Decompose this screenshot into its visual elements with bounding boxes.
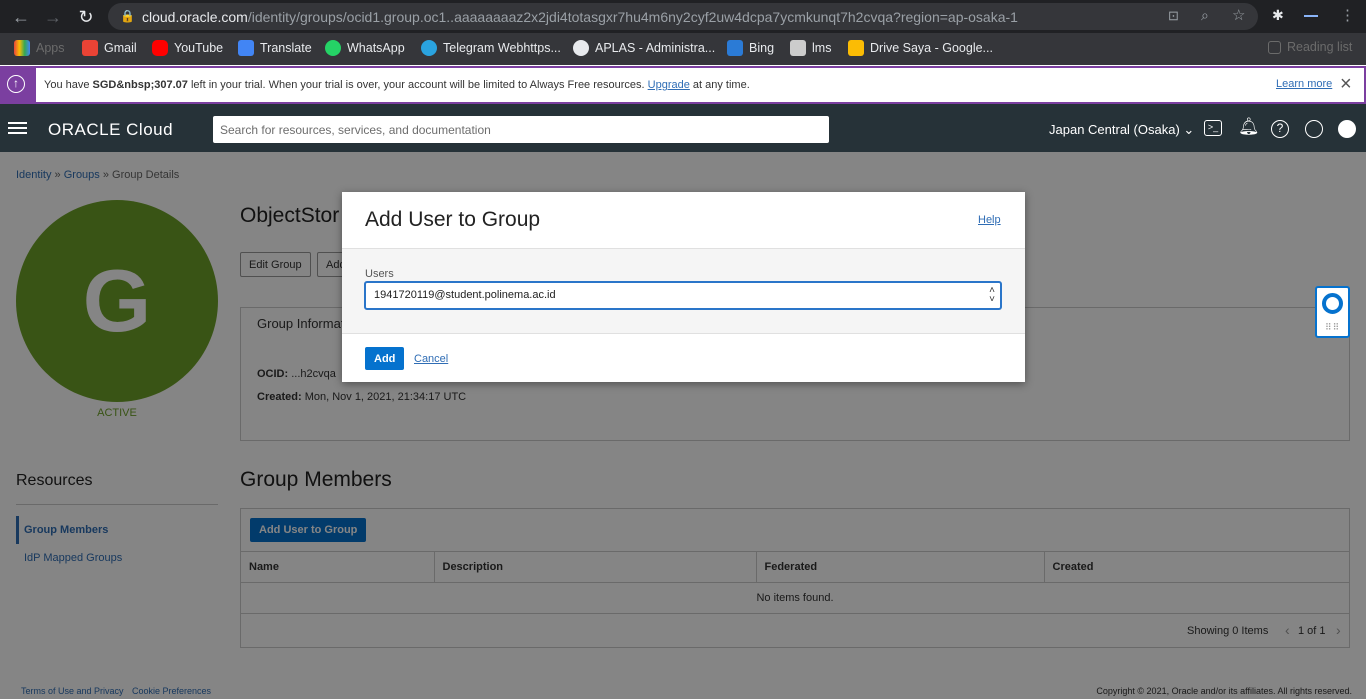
bing-icon [727,40,743,56]
language-globe-icon[interactable] [1305,120,1323,138]
users-select-value: 1941720119@student.polinema.ac.id [374,289,556,301]
reading-list-icon [1268,40,1281,54]
dialog-help-link[interactable]: Help [978,214,1001,226]
help-icon[interactable]: ? [1271,120,1289,138]
brand-suffix: Cloud [126,120,174,139]
close-icon[interactable]: × [1340,72,1352,96]
lifebuoy-icon [1322,293,1343,314]
url-host: cloud.oracle.com [142,9,248,25]
gmail-icon [82,40,98,56]
users-field-label: Users [365,268,394,280]
bookmark-whatsapp[interactable]: WhatsApp [325,40,405,56]
url-path: /identity/groups/ocid1.group.oc1..aaaaaa… [247,9,1018,25]
bookmark-label: Bing [749,41,775,55]
cloud-shell-icon[interactable]: >_ [1204,120,1222,136]
users-select[interactable]: 1941720119@student.polinema.ac.id ˄ ˅ [364,281,1002,310]
bookmark-telegram[interactable]: Telegram Webhttps... [421,40,561,56]
drag-handle-icon[interactable]: ⠿⠿ [1325,322,1340,333]
bookmark-translate[interactable]: Translate [238,40,312,56]
trial-banner: ↑ You have SGD&nbsp;307.07 left in your … [0,66,1366,104]
menu-kebab-icon[interactable]: ⋮ [1340,6,1355,24]
lock-icon: 🔒 [120,9,135,23]
bookmark-label: Apps [36,41,65,55]
trial-amount: SGD&nbsp;307.07 [92,79,188,91]
reload-icon[interactable]: ↻ [75,6,97,28]
cancel-link[interactable]: Cancel [414,353,448,365]
back-icon[interactable]: ← [10,6,32,28]
learn-more-link[interactable]: Learn more [1276,78,1332,90]
dialog-body: Users 1941720119@student.polinema.ac.id … [342,248,1025,334]
address-bar[interactable]: 🔒 cloud.oracle.com/identity/groups/ocid1… [108,3,1258,30]
bookmark-aplas[interactable]: APLAS - Administra... [573,40,715,56]
zoom-icon[interactable]: ⌕ [1201,7,1209,24]
chevron-down-icon: ⌄ [1183,122,1195,137]
bookmark-label: APLAS - Administra... [595,41,716,55]
bookmark-label: WhatsApp [347,41,405,55]
profile-avatar-icon[interactable] [1338,120,1356,138]
trial-text: You have [44,79,93,91]
region-label: Japan Central (Osaka) [1049,122,1180,137]
profile-icon[interactable] [1304,15,1318,17]
browser-toolbar: ← → ↻ 🔒 cloud.oracle.com/identity/groups… [0,0,1366,33]
help-widget[interactable]: ⠿⠿ [1315,286,1350,338]
lms-icon [790,40,806,56]
upgrade-link[interactable]: Upgrade [648,79,690,91]
select-arrows-icon: ˄ ˅ [989,285,995,305]
apps-grid-icon [14,40,30,56]
bookmark-bing[interactable]: Bing [727,40,774,56]
bookmark-label: Telegram Webhttps... [443,41,561,55]
add-button[interactable]: Add [365,347,405,370]
search-placeholder: Search for resources, services, and docu… [220,123,491,137]
bookmark-label: Drive Saya - Google... [870,41,993,55]
telegram-icon [421,40,437,56]
dialog-title: Add User to Group [365,208,541,231]
translate-icon [238,40,254,56]
trial-text: left in your trial. When your trial is o… [187,79,648,91]
bookmark-label: Translate [260,41,312,55]
trial-text: at any time. [689,79,750,91]
drive-icon [848,40,864,56]
whatsapp-icon [325,40,341,56]
extensions-icon[interactable]: ✱ [1272,7,1284,24]
trial-message: You have SGD&nbsp;307.07 left in your tr… [44,79,750,91]
bookmark-drive[interactable]: Drive Saya - Google... [848,40,993,56]
bookmark-label: Gmail [104,41,137,55]
console-header: ORACLE Cloud Search for resources, servi… [0,104,1366,152]
bookmark-lms[interactable]: lms [790,40,831,56]
star-icon[interactable]: ☆ [1232,6,1245,24]
oracle-logo[interactable]: ORACLE Cloud [48,120,173,140]
arrow-up-circle-icon: ↑ [7,75,25,93]
search-input[interactable]: Search for resources, services, and docu… [213,116,829,143]
bookmark-apps[interactable]: Apps [14,40,65,56]
bookmark-label: lms [812,41,832,55]
bookmark-youtube[interactable]: YouTube [152,40,223,56]
forward-icon[interactable]: → [42,6,64,28]
add-user-dialog: Add User to Group Help Users 1941720119@… [342,192,1025,382]
translate-page-icon[interactable]: ⊡ [1168,8,1179,24]
globe-icon [573,40,589,56]
region-selector[interactable]: Japan Central (Osaka) ⌄ [1049,122,1194,138]
bell-icon[interactable]: 🔔︎ [1238,117,1260,137]
hamburger-menu-icon[interactable] [8,122,27,124]
bookmark-label: YouTube [174,41,224,55]
youtube-icon [152,40,168,56]
brand-name: ORACLE [48,120,121,139]
bookmark-gmail[interactable]: Gmail [82,40,137,56]
reading-list-label: Reading list [1287,40,1353,54]
reading-list[interactable]: Reading list [1268,40,1352,54]
